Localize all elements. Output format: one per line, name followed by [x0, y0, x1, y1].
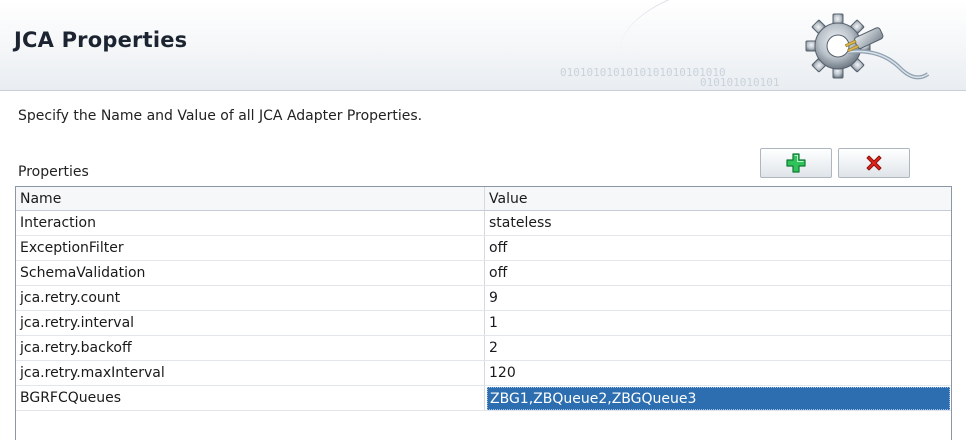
selected-value-text[interactable]: ZBG1,ZBQueue2,ZBGQueue3 — [487, 387, 950, 410]
property-value-editor[interactable]: ZBG1,ZBQueue2,ZBGQueue3 — [485, 386, 951, 410]
property-name-cell[interactable]: jca.retry.interval — [16, 311, 485, 335]
property-name-cell[interactable]: BGRFCQueues — [16, 386, 485, 410]
gear-plug-icon — [805, 13, 930, 80]
property-value-cell[interactable]: off — [485, 236, 951, 260]
binary-decoration-2: 010101010101 — [700, 76, 780, 89]
property-value-cell[interactable]: stateless — [485, 211, 951, 235]
add-property-button[interactable] — [760, 148, 832, 178]
instructions-text: Specify the Name and Value of all JCA Ad… — [18, 108, 423, 124]
remove-property-button[interactable] — [838, 148, 910, 178]
table-row[interactable]: jca.retry.backoff 2 — [16, 336, 951, 361]
property-name-cell[interactable]: SchemaValidation — [16, 261, 485, 285]
property-value-cell[interactable]: 2 — [485, 336, 951, 360]
property-value-cell[interactable]: 120 — [485, 361, 951, 385]
property-name-cell[interactable]: jca.retry.backoff — [16, 336, 485, 360]
table-row[interactable]: jca.retry.interval 1 — [16, 311, 951, 336]
property-name-cell[interactable]: ExceptionFilter — [16, 236, 485, 260]
properties-label: Properties — [18, 164, 89, 180]
property-value-cell[interactable]: 1 — [485, 311, 951, 335]
properties-table: Name Value Interaction stateless Excepti… — [15, 186, 952, 440]
property-name-cell[interactable]: Interaction — [16, 211, 485, 235]
property-value-cell[interactable]: off — [485, 261, 951, 285]
column-header-name[interactable]: Name — [16, 187, 485, 210]
table-row[interactable]: jca.retry.maxInterval 120 — [16, 361, 951, 386]
table-header-row: Name Value — [16, 187, 951, 211]
x-icon — [866, 155, 882, 171]
plus-icon — [786, 153, 806, 173]
table-row[interactable]: jca.retry.count 9 — [16, 286, 951, 311]
table-row[interactable]: SchemaValidation off — [16, 261, 951, 286]
property-name-cell[interactable]: jca.retry.maxInterval — [16, 361, 485, 385]
page-title: JCA Properties — [14, 28, 188, 52]
column-header-value[interactable]: Value — [485, 187, 951, 210]
property-value-cell[interactable]: 9 — [485, 286, 951, 310]
page-header: 0101010101010101010101010 010101010101 J… — [0, 0, 966, 91]
table-row[interactable]: Interaction stateless — [16, 211, 951, 236]
table-row-selected[interactable]: BGRFCQueues ZBG1,ZBQueue2,ZBGQueue3 — [16, 386, 951, 411]
table-row[interactable]: ExceptionFilter off — [16, 236, 951, 261]
property-name-cell[interactable]: jca.retry.count — [16, 286, 485, 310]
